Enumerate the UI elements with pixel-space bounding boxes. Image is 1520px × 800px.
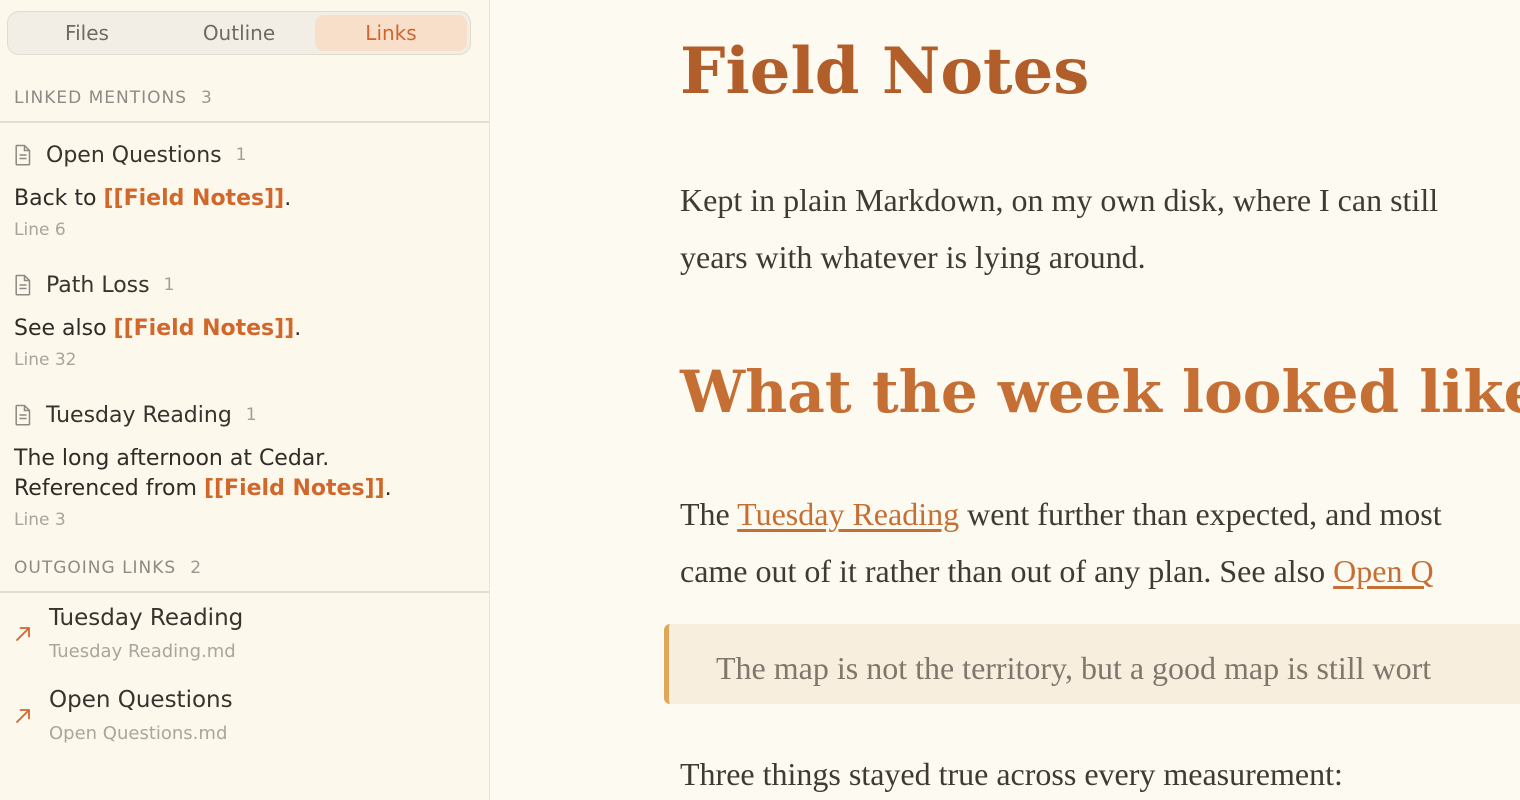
intro-line-1: Kept in plain Markdown, on my own disk, … — [680, 182, 1439, 218]
paragraph-text: The — [680, 496, 738, 532]
document-icon — [14, 274, 32, 296]
mention-snippet-line1[interactable]: The long afternoon at Cedar. — [14, 444, 329, 474]
wikilink[interactable]: [[Field Notes]] — [114, 316, 295, 341]
mention-snippet[interactable]: Back to [[Field Notes]]. — [14, 184, 291, 214]
mention-title-row[interactable]: Path Loss 1 — [14, 270, 174, 300]
paragraph-text: came out of it rather than out of any pl… — [680, 553, 1334, 589]
blockquote: The map is not the territory, but a good… — [664, 624, 1520, 704]
snippet-punct: . — [294, 316, 302, 341]
document-title: Field Notes — [680, 34, 1090, 109]
snippet-punct: . — [384, 476, 392, 501]
mention-count: 1 — [245, 405, 257, 425]
mention-title-row[interactable]: Open Questions 1 — [14, 140, 246, 170]
divider — [0, 121, 489, 123]
outgoing-link-title: Tuesday Reading — [49, 605, 244, 631]
snippet-punct: . — [284, 186, 292, 211]
outgoing-links-heading: OUTGOING LINKS — [14, 558, 177, 578]
outgoing-link-title: Open Questions — [49, 687, 233, 713]
paragraph-line-3: Three things stayed true across every me… — [680, 756, 1343, 792]
tuesday-reading-link[interactable]: Tuesday Reading — [737, 496, 959, 532]
linked-mentions-count: 3 — [201, 88, 212, 108]
paragraph-line-2: came out of it rather than out of any pl… — [680, 553, 1434, 590]
snippet-text: See also — [14, 316, 114, 341]
outgoing-links-header: OUTGOING LINKS 2 — [14, 558, 201, 578]
blockquote-text: The map is not the territory, but a good… — [716, 650, 1432, 686]
open-questions-link[interactable]: Open Q — [1333, 553, 1433, 589]
divider — [0, 591, 489, 593]
mention-title-row[interactable]: Tuesday Reading 1 — [14, 400, 257, 430]
links-sidebar: Files Outline Links LINKED MENTIONS 3 Op… — [0, 0, 490, 800]
mention-snippet[interactable]: See also [[Field Notes]]. — [14, 314, 301, 344]
wikilink[interactable]: [[Field Notes]] — [204, 476, 385, 501]
mention-title: Tuesday Reading — [46, 402, 232, 428]
mention-count: 1 — [163, 275, 175, 295]
mention-line-number: Line 3 — [14, 510, 66, 530]
paragraph-text: went further than expected, and most — [959, 496, 1442, 532]
snippet-text: Back to — [14, 186, 104, 211]
paragraph-line-1: The Tuesday Reading went further than ex… — [680, 496, 1442, 533]
arrow-up-right-icon — [14, 625, 32, 643]
mention-title: Open Questions — [46, 142, 222, 168]
tab-files[interactable]: Files — [11, 15, 163, 51]
arrow-up-right-icon — [14, 707, 32, 725]
outgoing-link-file: Tuesday Reading.md — [49, 641, 236, 662]
intro-line-2: years with whatever is lying around. — [680, 239, 1146, 275]
linked-mentions-heading: LINKED MENTIONS — [14, 88, 187, 108]
mention-line-number: Line 32 — [14, 350, 77, 370]
sidebar-tabs: Files Outline Links — [7, 11, 471, 55]
outgoing-links-count: 2 — [190, 558, 202, 578]
outgoing-link-file: Open Questions.md — [49, 723, 228, 744]
mention-line-number: Line 6 — [14, 220, 66, 240]
mention-snippet[interactable]: Referenced from [[Field Notes]]. — [14, 474, 392, 504]
mention-count: 1 — [235, 145, 247, 165]
document-editor[interactable]: Field Notes Kept in plain Markdown, on m… — [490, 0, 1520, 800]
document-icon — [14, 144, 32, 166]
mention-title: Path Loss — [46, 272, 150, 298]
snippet-text: Referenced from — [14, 476, 204, 501]
wikilink[interactable]: [[Field Notes]] — [103, 186, 284, 211]
section-heading: What the week looked like — [680, 358, 1520, 426]
tab-outline[interactable]: Outline — [163, 15, 315, 51]
linked-mentions-header: LINKED MENTIONS 3 — [14, 88, 212, 108]
document-icon — [14, 404, 32, 426]
tab-links[interactable]: Links — [315, 15, 467, 51]
